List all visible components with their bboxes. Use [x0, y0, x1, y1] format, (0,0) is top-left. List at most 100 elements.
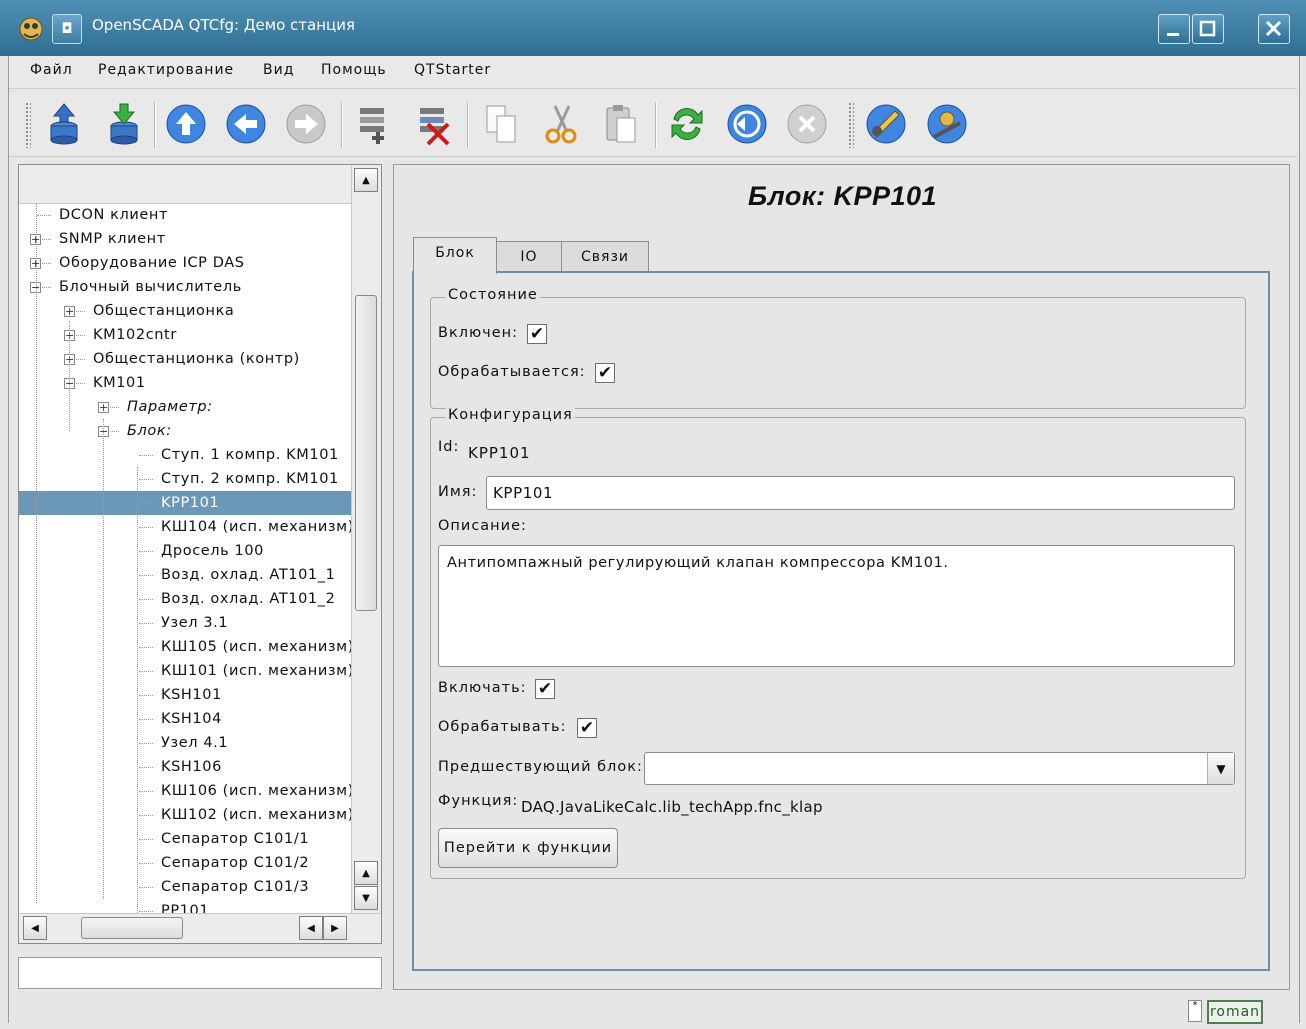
tree-item[interactable]: Блочный вычислитель	[59, 275, 242, 299]
delete-item-button[interactable]	[412, 102, 456, 146]
paste-button[interactable]	[599, 102, 643, 146]
tree-connector	[139, 791, 153, 792]
goto-function-button[interactable]: Перейти к функции	[438, 828, 618, 868]
toolbar-grip[interactable]	[25, 102, 31, 148]
scroll-right-button[interactable]: ▶	[323, 916, 347, 940]
tree-item[interactable]: Дросель 100	[161, 539, 264, 563]
tree-horizontal-scrollbar[interactable]: ◀ ◀ ▶	[19, 913, 381, 943]
horizontal-scroll-thumb[interactable]	[81, 917, 183, 939]
back-button[interactable]	[224, 102, 268, 146]
menu-view[interactable]: Вид	[263, 62, 294, 78]
to-process-checkbox[interactable]: ✔	[577, 718, 597, 738]
vertical-scroll-thumb[interactable]	[355, 295, 377, 611]
refresh-icon	[671, 108, 703, 140]
prev-block-label: Предшествующий блок:	[438, 759, 643, 775]
tree-item[interactable]: KPP101	[19, 491, 351, 515]
to-enable-checkbox[interactable]: ✔	[535, 679, 555, 699]
copy-button[interactable]	[479, 102, 523, 146]
user-badge[interactable]: roman	[1207, 1000, 1263, 1024]
tree-item[interactable]: KM102cntr	[93, 323, 177, 347]
tree-connector	[139, 527, 153, 528]
tree-item[interactable]: Общестанционка	[93, 299, 234, 323]
tree-item[interactable]: Сепаратор C101/3	[161, 875, 309, 899]
menu-edit[interactable]: Редактирование	[98, 62, 234, 78]
start-button[interactable]	[725, 102, 769, 146]
tab-links[interactable]: Связи	[561, 241, 649, 272]
tree-body[interactable]: DCON клиент SNMP клиент + Оборудование ICP …	[19, 203, 351, 913]
tree-item[interactable]: Узел 4.1	[161, 731, 228, 755]
maximize-button[interactable]	[1192, 14, 1224, 44]
close-button[interactable]	[1258, 14, 1290, 44]
window-menu-button[interactable]: ◘	[52, 14, 82, 44]
qtcfg-program-button[interactable]	[925, 102, 969, 146]
prev-block-combobox[interactable]: ▼	[644, 752, 1235, 785]
tree-item[interactable]: Параметр:	[127, 395, 213, 419]
tree-item[interactable]: KSH106	[161, 755, 222, 779]
tree-item[interactable]: KSH101	[161, 683, 222, 707]
tree-item[interactable]: Ступ. 1 компр. KM101	[161, 443, 339, 467]
tree-item[interactable]: DCON клиент	[59, 203, 168, 227]
tree-item[interactable]: Ступ. 2 компр. KM101	[161, 467, 339, 491]
tree-item[interactable]: Сепаратор C101/1	[161, 827, 309, 851]
menu-help[interactable]: Помощь	[321, 62, 387, 78]
tree-item[interactable]: КШ105 (исп. механизм)	[161, 635, 351, 659]
tree-item[interactable]: Оборудование ICP DAS	[59, 251, 245, 275]
scroll-left-button[interactable]: ◀	[23, 916, 47, 940]
db-save-icon	[110, 103, 138, 145]
expand-icon[interactable]: +	[64, 306, 75, 317]
tree-connector	[139, 599, 153, 600]
combobox-dropdown-button[interactable]: ▼	[1207, 753, 1234, 784]
tree-item[interactable]: KM101	[93, 371, 146, 395]
scroll-up-button[interactable]: ▲	[354, 168, 378, 192]
cut-button[interactable]	[539, 102, 583, 146]
tree-item[interactable]: КШ101 (исп. механизм)	[161, 659, 351, 683]
save-to-db-button[interactable]	[102, 102, 146, 146]
tree-item[interactable]: Блок:	[127, 419, 172, 443]
tree-item[interactable]: КШ102 (исп. механизм)	[161, 803, 351, 827]
status-indicator[interactable]: *	[1188, 1000, 1202, 1022]
scroll-down-button[interactable]: ▼	[354, 886, 378, 910]
program-tools-icon	[866, 104, 906, 144]
navigation-tree[interactable]: DCON клиент SNMP клиент + Оборудование ICP …	[18, 164, 382, 944]
tree-item[interactable]: SNMP клиент	[59, 227, 166, 251]
expand-icon[interactable]: +	[98, 402, 109, 413]
window-menu-icon: ◘	[61, 21, 73, 37]
menu-qtstarter[interactable]: QTStarter	[414, 62, 491, 78]
tree-item[interactable]: Узел 3.1	[161, 611, 228, 635]
tree-vertical-scrollbar[interactable]: ▲ ▲ ▼	[351, 165, 381, 913]
scroll-left-button-2[interactable]: ◀	[299, 916, 323, 940]
processing-checkbox[interactable]: ✔	[595, 363, 615, 383]
tree-item[interactable]: Сепаратор C101/2	[161, 851, 309, 875]
tree-connector	[139, 503, 153, 504]
tree-item[interactable]: КШ104 (исп. механизм)	[161, 515, 351, 539]
arrow-right-icon	[286, 104, 326, 144]
name-input[interactable]: KPP101	[486, 476, 1235, 510]
forward-button[interactable]	[284, 102, 328, 146]
app-logo-icon[interactable]	[16, 14, 46, 44]
toolbar-grip[interactable]	[848, 102, 854, 148]
tab-io[interactable]: IO	[496, 241, 562, 272]
qtstarter-program-button[interactable]	[864, 102, 908, 146]
scissors-icon	[545, 105, 577, 144]
tree-item[interactable]: Возд. охлад. AT101_2	[161, 587, 335, 611]
load-from-db-button[interactable]	[42, 102, 86, 146]
add-item-button[interactable]	[352, 102, 396, 146]
tree-item[interactable]: Возд. охлад. AT101_1	[161, 563, 335, 587]
stop-button[interactable]	[785, 102, 829, 146]
menu-file[interactable]: Файл	[30, 62, 73, 78]
minimize-button[interactable]	[1158, 14, 1190, 44]
up-button[interactable]	[164, 102, 208, 146]
arrow-down-icon: ▼	[362, 892, 370, 904]
tree-item[interactable]: Общестанционка (контр)	[93, 347, 300, 371]
status-message-field	[18, 957, 382, 989]
tree-item[interactable]: КШ106 (исп. механизм)	[161, 779, 351, 803]
tree-item[interactable]: KSH104	[161, 707, 222, 731]
tab-block[interactable]: Блок	[413, 237, 497, 274]
scroll-up-button-bottom[interactable]: ▲	[354, 861, 378, 885]
tree-item[interactable]: PP101	[161, 899, 209, 913]
enabled-checkbox[interactable]: ✔	[527, 324, 547, 344]
tree-connector	[139, 839, 153, 840]
description-textarea[interactable]: Антипомпажный регулирующий клапан компре…	[438, 545, 1235, 667]
refresh-button[interactable]	[665, 102, 709, 146]
tree-connector	[139, 671, 153, 672]
